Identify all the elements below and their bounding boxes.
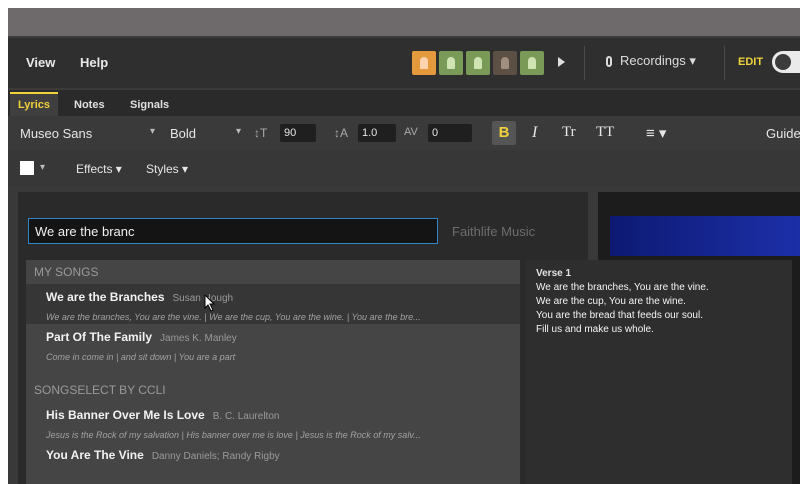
song-author: Danny Daniels; Randy Rigby [151, 451, 280, 462]
tab-signals[interactable]: Signals [122, 94, 177, 116]
song-results-list: MY SONGS We are the Branches Susan Hough … [26, 260, 520, 484]
song-author: B. C. Laurelton [212, 411, 280, 422]
divider [584, 46, 585, 80]
recordings-button[interactable]: Recordings ▾ [606, 53, 696, 69]
chevron-down-icon: ▾ [150, 126, 156, 137]
list-item[interactable]: You Are The Vine Danny Daniels; Randy Rig… [26, 442, 520, 482]
song-lyrics-snippet: Come in come in | and sit down | You are… [46, 352, 236, 362]
recordings-label: Recordings ▾ [620, 53, 696, 68]
edit-toggle[interactable] [772, 51, 800, 73]
color-swatch[interactable] [20, 161, 34, 175]
lyric-line: We are the branches, You are the vine. [536, 282, 709, 293]
song-title: Part Of The Family [46, 330, 153, 344]
list-item[interactable]: Part Of The Family James K. Manley Come i… [26, 324, 520, 364]
song-lyrics-snippet: We are the branches, You are the vine. |… [46, 312, 421, 322]
title-bar [8, 8, 800, 36]
tab-lyrics[interactable]: Lyrics [10, 92, 59, 116]
verse-heading: Verse 1 [536, 268, 572, 279]
person-icon[interactable] [412, 51, 436, 75]
styles-menu[interactable]: Styles ▾ [146, 162, 188, 176]
menu-help[interactable]: Help [80, 55, 108, 70]
song-source-label: Faithlife Music [452, 224, 536, 239]
tab-bar: Lyrics Notes Signals [8, 90, 800, 116]
uppercase-button[interactable]: TT [596, 124, 614, 141]
section-header: SONGSELECT BY CCLI [34, 383, 166, 397]
song-title: His Banner Over Me Is Love [46, 408, 205, 422]
lyric-line: We are the cup, You are the wine. [536, 296, 686, 307]
chevron-down-icon: ▾ [236, 126, 242, 137]
bold-button[interactable]: B [492, 121, 516, 145]
menu-bar: View Help Recordings ▾ EDIT [8, 38, 800, 88]
play-icon[interactable] [558, 57, 565, 67]
song-title: We are the Branches [46, 290, 165, 304]
style-toolbar: ▾ Effects ▾ Styles ▾ [8, 150, 800, 186]
list-item[interactable]: We are the Branches Susan Hough We are th… [26, 284, 520, 324]
menu-view[interactable]: View [26, 55, 55, 70]
font-size-input[interactable]: 90 [280, 124, 316, 142]
app-window: View Help Recordings ▾ EDIT Lyrics Notes… [8, 8, 800, 484]
divider [724, 46, 725, 80]
participant-avatars [412, 50, 544, 76]
font-weight-select[interactable]: Bold [170, 126, 196, 141]
person-icon[interactable] [439, 51, 463, 75]
font-size-icon: ↕T [254, 126, 268, 140]
chevron-down-icon: ▾ [40, 162, 46, 173]
song-title: You Are The Vine [46, 448, 144, 462]
toggle-knob [775, 54, 791, 70]
line-height-input[interactable]: 1.0 [358, 124, 396, 142]
song-author: James K. Manley [160, 333, 237, 344]
lyric-line: Fill us and make us whole. [536, 324, 654, 335]
italic-button[interactable]: I [532, 124, 537, 142]
song-author: Susan Hough [172, 293, 234, 304]
effects-menu[interactable]: Effects ▾ [76, 162, 122, 176]
person-icon[interactable] [520, 51, 544, 75]
slide-thumbnail[interactable] [610, 216, 800, 256]
lyrics-preview: Verse 1 We are the branches, You are the… [526, 260, 792, 484]
line-height-icon: ↕A [334, 126, 349, 140]
person-icon[interactable] [466, 51, 490, 75]
content-area: We are the branc Faithlife Music MY SONG… [8, 186, 800, 484]
song-search-input[interactable]: We are the branc [28, 218, 438, 244]
person-icon[interactable] [493, 51, 517, 75]
guides-button[interactable]: Guide [766, 126, 800, 141]
tab-notes[interactable]: Notes [66, 94, 113, 116]
font-family-select[interactable]: Museo Sans [20, 126, 92, 141]
tracking-icon: AV [404, 126, 418, 138]
tracking-input[interactable]: 0 [428, 124, 472, 142]
font-toolbar: Museo Sans ▾ Bold ▾ ↕T 90 ↕A 1.0 AV 0 B … [8, 116, 800, 151]
align-menu-icon[interactable]: ≡ ▾ [646, 124, 666, 142]
title-case-button[interactable]: Tr [562, 124, 576, 141]
mouse-cursor-icon [204, 294, 216, 312]
mic-icon [606, 55, 612, 67]
edit-label: EDIT [738, 56, 764, 68]
song-lyrics-snippet: Jesus is the Rock of my salvation | His … [46, 430, 421, 440]
list-item[interactable]: His Banner Over Me Is Love B. C. Laurelto… [26, 402, 520, 442]
section-header: MY SONGS [34, 265, 99, 279]
lyric-line: You are the bread that feeds our soul. [536, 310, 703, 321]
